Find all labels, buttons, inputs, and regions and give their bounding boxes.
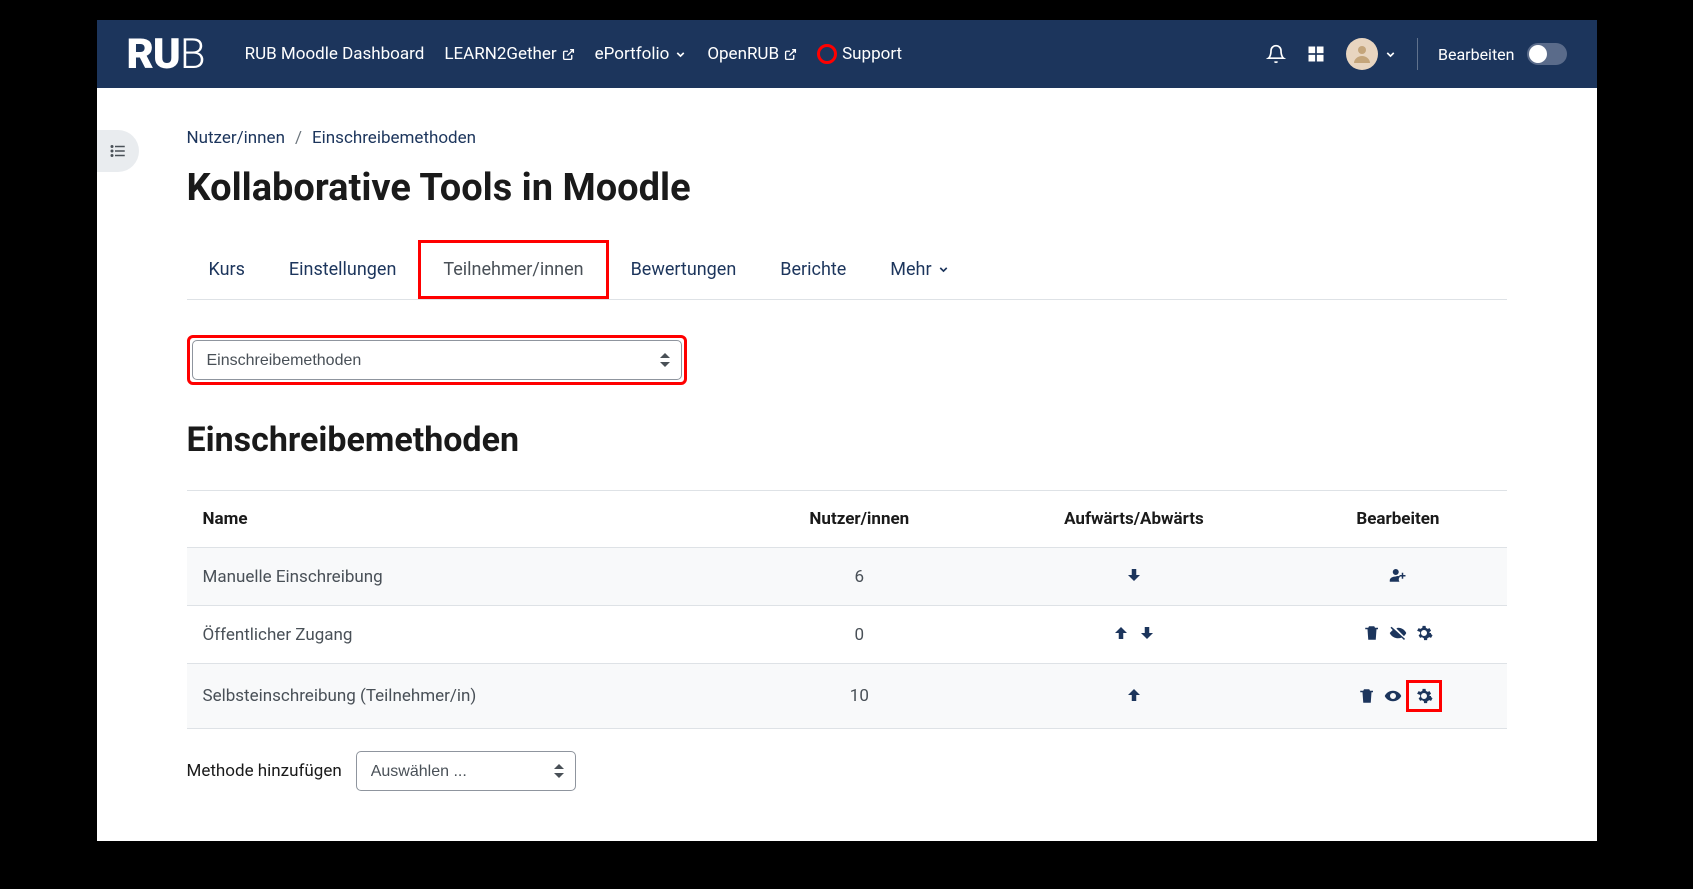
breadcrumb-separator: /	[295, 128, 302, 148]
support-circle-icon	[817, 44, 837, 64]
drawer-toggle[interactable]	[97, 130, 139, 172]
move-down-icon[interactable]	[1123, 564, 1145, 586]
user-menu[interactable]	[1346, 38, 1397, 70]
external-link-icon	[562, 48, 575, 61]
nav-links: RUB Moodle Dashboard LEARN2Gether ePortf…	[245, 44, 1266, 64]
col-users: Nutzer/innen	[740, 491, 979, 548]
course-tabs: Kurs Einstellungen Teilnehmer/innen Bewe…	[187, 240, 1507, 300]
cell-users: 6	[740, 548, 979, 606]
nav-learn2gether[interactable]: LEARN2Gether	[444, 44, 574, 64]
enrol-users-icon[interactable]	[1387, 564, 1409, 586]
breadcrumb-methods: Einschreibemethoden	[312, 128, 476, 148]
section-title: Einschreibemethoden	[187, 420, 1507, 460]
tab-more-label: Mehr	[890, 259, 931, 280]
breadcrumb-users[interactable]: Nutzer/innen	[187, 128, 285, 148]
grid-icon[interactable]	[1306, 44, 1326, 64]
col-edit: Bearbeiten	[1289, 491, 1506, 548]
cell-updown	[979, 606, 1290, 664]
tertiary-nav: Einschreibemethoden	[187, 335, 1507, 385]
tab-settings[interactable]: Einstellungen	[267, 243, 418, 296]
nav-eportfolio[interactable]: ePortfolio	[595, 44, 688, 64]
col-updown: Aufwärts/Abwärts	[979, 491, 1290, 548]
breadcrumb: Nutzer/innen / Einschreibemethoden	[187, 128, 1507, 148]
nav-support[interactable]: Support	[817, 44, 902, 64]
avatar	[1346, 38, 1378, 70]
cell-name: Öffentlicher Zugang	[187, 606, 741, 664]
chevron-down-icon	[674, 48, 687, 61]
table-row: Selbsteinschreibung (Teilnehmer/in)10	[187, 664, 1507, 729]
table-row: Öffentlicher Zugang0	[187, 606, 1507, 664]
tab-reports[interactable]: Berichte	[758, 243, 868, 296]
nav-right: Bearbeiten	[1266, 38, 1567, 70]
dropdown-highlight: Einschreibemethoden	[187, 335, 687, 385]
logo[interactable]: RUB	[127, 30, 205, 79]
move-down-icon[interactable]	[1136, 622, 1158, 644]
edit-label: Bearbeiten	[1438, 45, 1515, 64]
gear-highlight	[1406, 680, 1442, 712]
add-method-row: Methode hinzufügen Auswählen ...	[187, 751, 1507, 791]
chevron-down-icon	[1384, 48, 1397, 61]
col-name: Name	[187, 491, 741, 548]
cell-updown	[979, 664, 1290, 729]
cell-users: 10	[740, 664, 979, 729]
gear-icon[interactable]	[1413, 622, 1435, 644]
nav-dashboard[interactable]: RUB Moodle Dashboard	[245, 44, 425, 64]
nav-openrub-label: OpenRUB	[707, 44, 779, 64]
nav-eportfolio-label: ePortfolio	[595, 44, 670, 64]
divider	[1417, 38, 1418, 70]
cell-edit	[1289, 664, 1506, 729]
cell-updown	[979, 548, 1290, 606]
edit-toggle-switch[interactable]	[1527, 43, 1567, 65]
nav-support-label: Support	[842, 44, 902, 64]
external-link-icon	[784, 48, 797, 61]
enrolment-methods-table: Name Nutzer/innen Aufwärts/Abwärts Bearb…	[187, 490, 1507, 729]
page-title: Kollaborative Tools in Moodle	[187, 166, 1507, 210]
gear-icon[interactable]	[1413, 685, 1435, 707]
cell-users: 0	[740, 606, 979, 664]
edit-mode-toggle: Bearbeiten	[1438, 43, 1567, 65]
navbar: RUB RUB Moodle Dashboard LEARN2Gether eP…	[97, 20, 1597, 88]
main-content: Nutzer/innen / Einschreibemethoden Kolla…	[97, 88, 1597, 841]
delete-icon[interactable]	[1356, 685, 1378, 707]
cell-name: Manuelle Einschreibung	[187, 548, 741, 606]
tab-participants[interactable]: Teilnehmer/innen	[418, 240, 608, 299]
nav-learn2gether-label: LEARN2Gether	[444, 44, 556, 64]
logo-r: R	[127, 30, 153, 79]
chevron-down-icon	[937, 263, 950, 276]
tab-grades[interactable]: Bewertungen	[609, 243, 759, 296]
table-row: Manuelle Einschreibung6	[187, 548, 1507, 606]
bell-icon[interactable]	[1266, 44, 1286, 64]
nav-openrub[interactable]: OpenRUB	[707, 44, 797, 64]
tab-course[interactable]: Kurs	[187, 243, 267, 296]
move-up-icon[interactable]	[1110, 622, 1132, 644]
logo-b: B	[180, 30, 205, 79]
add-method-label: Methode hinzufügen	[187, 761, 342, 781]
move-up-icon[interactable]	[1123, 684, 1145, 706]
eye-icon[interactable]	[1382, 685, 1404, 707]
cell-edit	[1289, 606, 1506, 664]
tab-more[interactable]: Mehr	[868, 243, 971, 296]
cell-name: Selbsteinschreibung (Teilnehmer/in)	[187, 664, 741, 729]
add-method-select[interactable]: Auswählen ...	[356, 751, 576, 791]
delete-icon[interactable]	[1361, 622, 1383, 644]
logo-u: U	[153, 30, 180, 79]
eye-off-icon[interactable]	[1387, 622, 1409, 644]
enrolment-page-select[interactable]: Einschreibemethoden	[192, 340, 682, 380]
cell-edit	[1289, 548, 1506, 606]
